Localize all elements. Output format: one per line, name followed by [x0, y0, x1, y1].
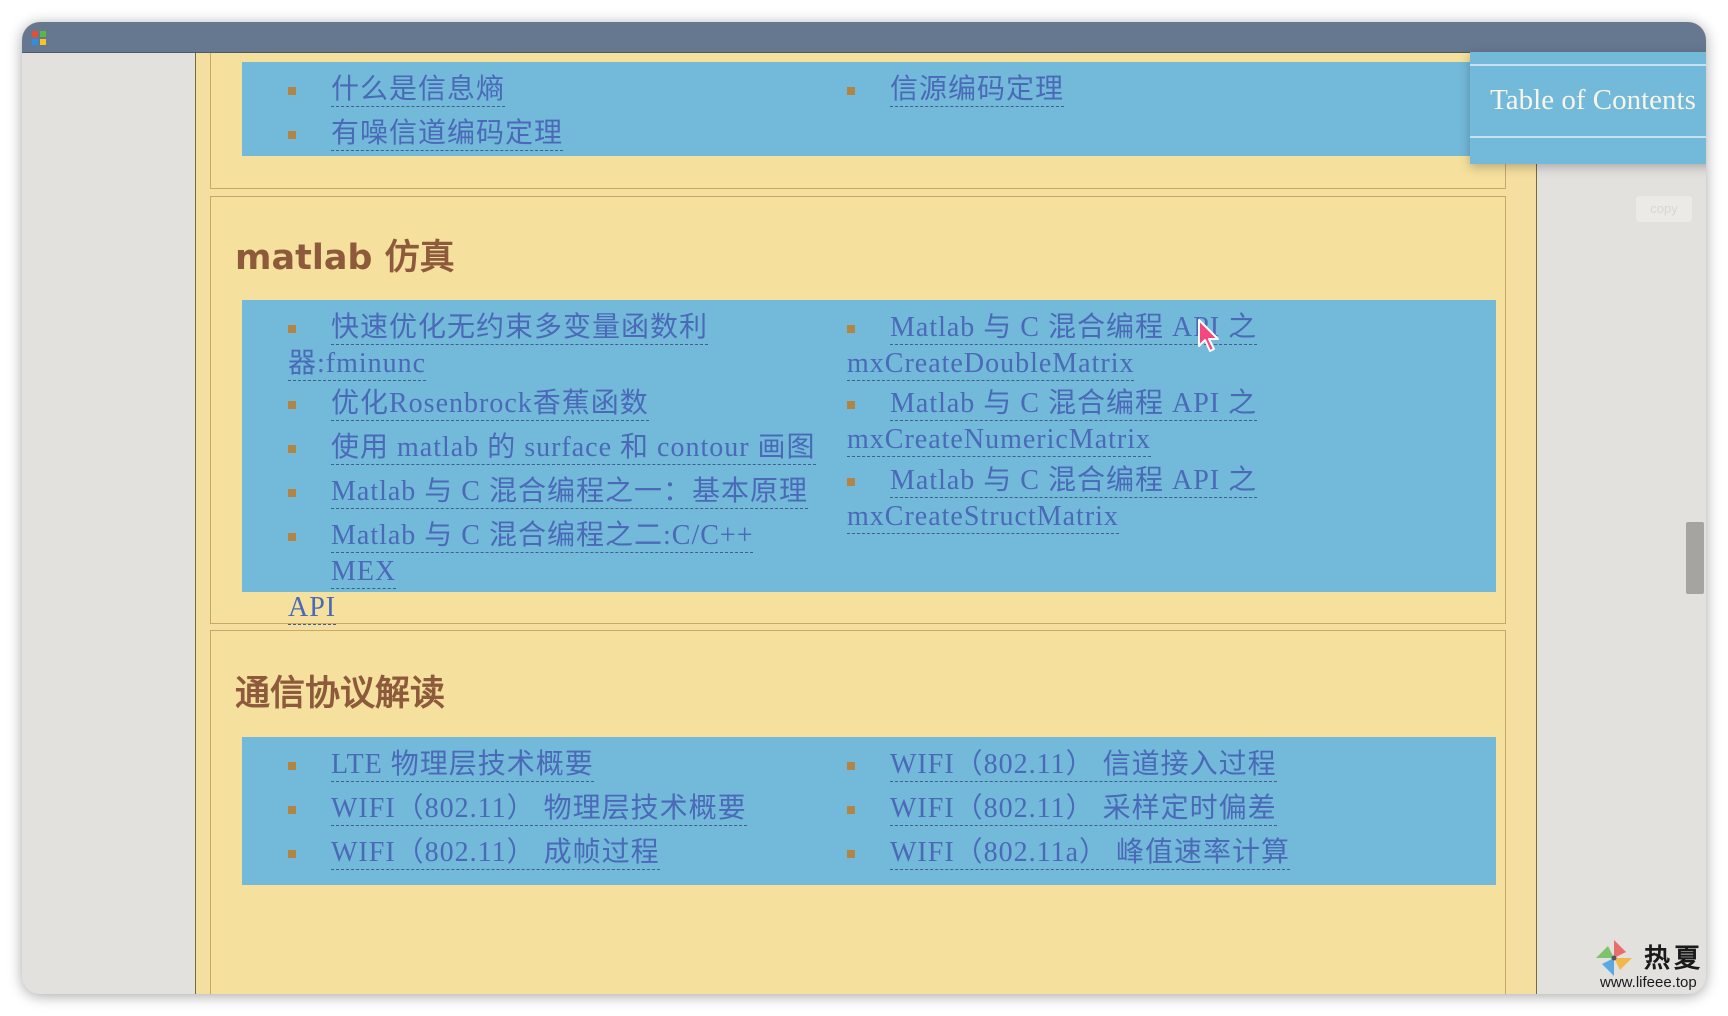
toc-title[interactable]: Table of Contents — [1470, 84, 1706, 117]
bullet-icon — [288, 850, 296, 858]
scrollbar-thumb[interactable] — [1686, 522, 1704, 594]
link-matlab-c-part1[interactable]: Matlab 与 C 混合编程之一：基本原理 — [328, 474, 808, 510]
list-item: Matlab 与 C 混合编程 API 之 mxCreateNumericMat… — [847, 386, 1267, 458]
pinwheel-logo-icon — [1596, 940, 1632, 976]
section-heading: matlab 仿真 — [235, 238, 455, 278]
link-wifi-peak-rate[interactable]: WIFI（802.11a） 峰值速率计算 — [887, 835, 1291, 871]
link-wifi-framing[interactable]: WIFI（802.11） 成帧过程 — [328, 835, 660, 871]
list-item: 快速优化无约束多变量函数利 器:fminunc — [288, 310, 808, 382]
section-card-information-theory: 什么是信息熵 有噪信道编码定理 信源编码定理 — [210, 53, 1506, 189]
bullet-icon — [847, 850, 855, 858]
bullet-icon — [288, 445, 296, 453]
bullet-icon — [847, 806, 855, 814]
link-wifi-channel-access[interactable]: WIFI（802.11） 信道接入过程 — [887, 747, 1277, 783]
list-item: WIFI（802.11） 物理层技术概要 — [288, 791, 747, 827]
link-what-is-entropy[interactable]: 什么是信息熵 — [328, 72, 506, 108]
title-bar — [22, 22, 1706, 53]
page-viewport: 什么是信息熵 有噪信道编码定理 信源编码定理 matlab 仿真 快速优化无约束… — [22, 53, 1684, 994]
list-item: WIFI（802.11） 采样定时偏差 — [847, 791, 1277, 827]
list-item: WIFI（802.11） 成帧过程 — [288, 835, 660, 871]
bullet-icon — [288, 325, 296, 333]
link-wifi-phy[interactable]: WIFI（802.11） 物理层技术概要 — [328, 791, 747, 827]
list-item: Matlab 与 C 混合编程 API 之 mxCreateStructMatr… — [847, 463, 1267, 535]
link-panel: 什么是信息熵 有噪信道编码定理 信源编码定理 — [242, 62, 1496, 156]
content-column: 什么是信息熵 有噪信道编码定理 信源编码定理 matlab 仿真 快速优化无约束… — [195, 53, 1537, 994]
link-noisy-channel-coding-theorem[interactable]: 有噪信道编码定理 — [328, 116, 564, 152]
link-wifi-timing-offset[interactable]: WIFI（802.11） 采样定时偏差 — [887, 791, 1277, 827]
toc-divider-bottom — [1470, 136, 1706, 138]
toc-divider-top — [1470, 64, 1706, 66]
list-item: 什么是信息熵 — [288, 72, 506, 108]
watermark-url: www.lifeee.top — [1600, 974, 1697, 991]
bullet-icon — [847, 762, 855, 770]
bullet-icon — [847, 401, 855, 409]
list-item: WIFI（802.11） 信道接入过程 — [847, 747, 1277, 783]
link-matlab-c-part2[interactable]: Matlab 与 C 混合编程之二:C/C++ MEX — [328, 518, 808, 590]
list-item: Matlab 与 C 混合编程之二:C/C++ MEX API — [288, 518, 808, 626]
list-item: Matlab 与 C 混合编程之一：基本原理 — [288, 474, 808, 510]
section-card-matlab: matlab 仿真 快速优化无约束多变量函数利 器:fminunc 优化Rose… — [210, 196, 1506, 625]
browser-window: 什么是信息熵 有噪信道编码定理 信源编码定理 matlab 仿真 快速优化无约束… — [22, 22, 1706, 994]
list-item: 使用 matlab 的 surface 和 contour 画图 — [288, 430, 816, 466]
link-fminunc[interactable]: 快速优化无约束多变量函数利 — [328, 310, 808, 346]
link-fminunc-continued[interactable]: 器:fminunc — [288, 346, 808, 382]
link-mx-create-struct-matrix-continued[interactable]: mxCreateStructMatrix — [847, 499, 1267, 535]
bullet-icon — [288, 533, 296, 541]
list-item: WIFI（802.11a） 峰值速率计算 — [847, 835, 1291, 871]
bullet-icon — [288, 131, 296, 139]
link-surface-contour[interactable]: 使用 matlab 的 surface 和 contour 画图 — [328, 430, 816, 466]
mouse-cursor-icon — [1198, 319, 1219, 352]
app-logo-icon — [32, 31, 46, 45]
link-panel: 快速优化无约束多变量函数利 器:fminunc 优化Rosenbrock香蕉函数… — [242, 300, 1496, 625]
bullet-icon — [847, 87, 855, 95]
bullet-icon — [288, 489, 296, 497]
bullet-icon — [288, 87, 296, 95]
list-item: 有噪信道编码定理 — [288, 116, 564, 152]
link-matlab-c-part2-continued[interactable]: API — [288, 590, 808, 626]
link-mx-create-numeric-matrix-continued[interactable]: mxCreateNumericMatrix — [847, 422, 1267, 458]
copy-button[interactable]: copy — [1636, 196, 1692, 222]
list-item: 信源编码定理 — [847, 72, 1065, 108]
section-heading: 通信协议解读 — [235, 674, 446, 714]
watermark: 热夏 www.lifeee.top — [1592, 938, 1706, 994]
bullet-icon — [847, 325, 855, 333]
watermark-brand: 热夏 — [1644, 944, 1705, 974]
link-rosenbrock[interactable]: 优化Rosenbrock香蕉函数 — [328, 386, 649, 422]
bullet-icon — [288, 401, 296, 409]
link-panel: LTE 物理层技术概要 WIFI（802.11） 物理层技术概要 WIFI（80… — [242, 737, 1496, 885]
link-mx-create-numeric-matrix[interactable]: Matlab 与 C 混合编程 API 之 — [887, 386, 1267, 422]
link-source-coding-theorem[interactable]: 信源编码定理 — [887, 72, 1065, 108]
toc-panel[interactable]: Table of Contents — [1470, 52, 1706, 164]
bullet-icon — [847, 478, 855, 486]
section-card-protocols: 通信协议解读 LTE 物理层技术概要 WIFI（802.11） 物理层技术概要 … — [210, 630, 1506, 994]
bullet-icon — [288, 762, 296, 770]
list-item: 优化Rosenbrock香蕉函数 — [288, 386, 649, 422]
bullet-icon — [288, 806, 296, 814]
link-mx-create-struct-matrix[interactable]: Matlab 与 C 混合编程 API 之 — [887, 463, 1267, 499]
link-lte-phy[interactable]: LTE 物理层技术概要 — [328, 747, 594, 783]
list-item: LTE 物理层技术概要 — [288, 747, 594, 783]
